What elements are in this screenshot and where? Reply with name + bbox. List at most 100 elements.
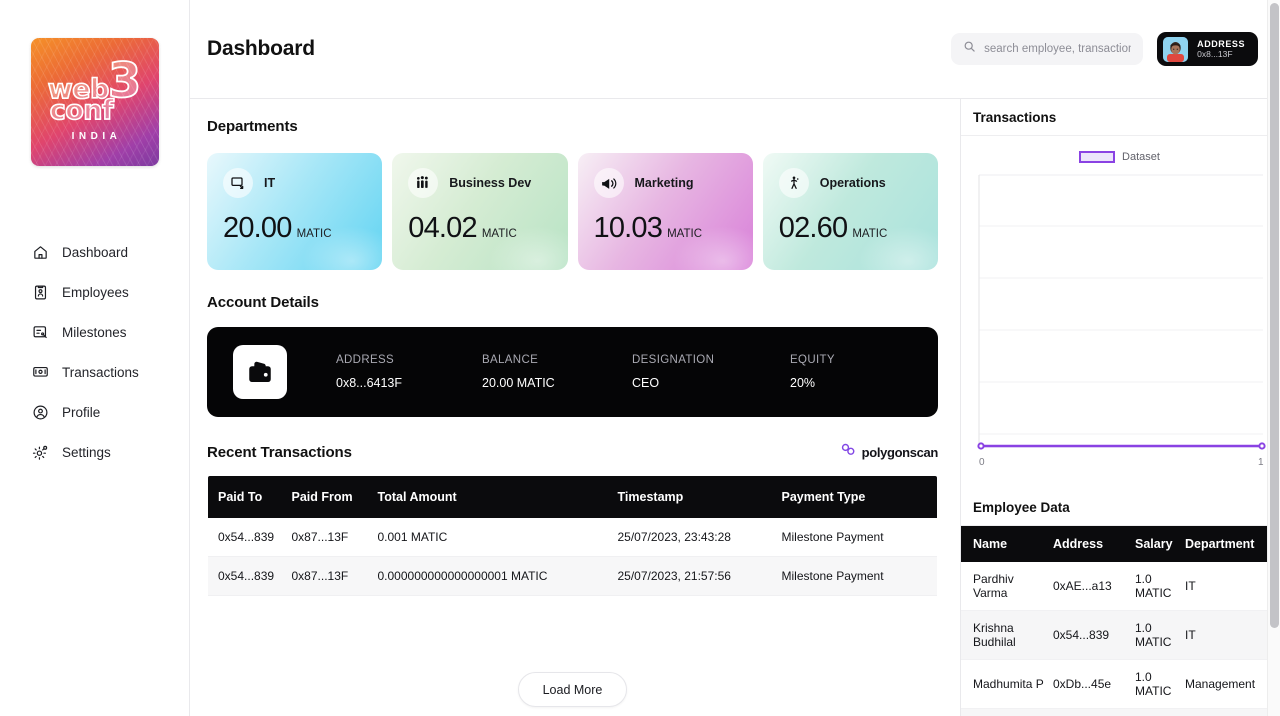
recent-transactions-table: Paid To Paid From Total Amount Timestamp… [207,475,938,698]
cell-salary: 1.0 MATIC [1135,561,1185,611]
table-row[interactable]: Pardhiv Varma 0xAE...a13 1.0 MATIC IT [961,561,1280,611]
sidebar-item-label: Employees [62,284,129,300]
logo-subtitle: INDIA [71,130,122,142]
logo-wordmark: web 3 conf [47,56,142,124]
right-panel: Transactions Dataset 0 1 Employee Data N… [960,99,1280,716]
sidebar-item-label: Dashboard [62,244,129,260]
top-bar-right: ADDRESS 0x8...13F [951,32,1258,66]
cell-paid-to: 0x54...839 [208,556,292,596]
sidebar-item-label: Settings [62,444,111,460]
app-root: web 3 conf INDIA Dashboard Employees Mil… [0,0,1280,716]
employee-data-scroll[interactable]: Name Address Salary Department Pardhiv V… [961,525,1280,716]
department-currency: MATIC [852,228,888,240]
table-row[interactable]: Krishna Budhilal 0x54...839 1.0 MATIC IT [961,610,1280,660]
table-row[interactable]: 0x54...839 0x87...13F 0.0000000000000000… [208,556,937,596]
employee-badge-icon [32,284,49,301]
account-details-card: ADDRESS 0x8...6413F BALANCE 20.00 MATIC … [207,327,938,417]
chart-legend[interactable]: Dataset [971,144,1268,170]
sidebar-item-settings[interactable]: Settings [32,432,189,472]
department-card-business-dev[interactable]: Business Dev 04.02 MATIC [392,153,568,270]
page-title: Dashboard [207,37,315,60]
chart-gridlines [979,174,1263,435]
content-area: Departments IT 20.00 MATIC Business Dev … [190,99,1280,716]
account-chip[interactable]: ADDRESS 0x8...13F [1157,32,1258,66]
page-scrollbar[interactable] [1267,0,1280,716]
account-fields: ADDRESS 0x8...6413F BALANCE 20.00 MATIC … [336,354,908,390]
department-card-it[interactable]: IT 20.00 MATIC [207,153,383,270]
cell-department: IT [1185,610,1280,660]
departments-grid: IT 20.00 MATIC Business Dev 04.02 MATIC … [207,153,938,270]
cell-address: 0xAE...a13 [1053,561,1135,611]
table-row[interactable]: Madhumita P 0xDb...45e 1.0 MATIC Managem… [961,659,1280,709]
sidebar-item-milestones[interactable]: Milestones [32,312,189,352]
milestone-doc-icon [32,324,49,341]
chart-point [1258,442,1266,450]
cell-address: 0x54...839 [1053,610,1135,660]
cell-salary: 1.0 MATIC [1135,708,1185,716]
account-field-value: 20% [790,376,816,390]
chart-xtick-1: 1 [1258,457,1264,468]
search-box[interactable] [951,33,1144,65]
polygonscan-label: polygonscan [861,444,939,460]
sidebar-nav: Dashboard Employees Milestones Transacti… [0,232,189,472]
cell-address: 0xB8...18 [1053,708,1135,716]
column-header-department: Department [1185,525,1280,562]
gear-icon [32,444,49,461]
department-value: 20.00 [223,212,292,244]
chart-xtick-0: 0 [979,457,985,468]
sidebar-item-dashboard[interactable]: Dashboard [32,232,189,272]
account-field-key: EQUITY [790,354,835,366]
cell-paid-to: 0x54...839 [208,518,292,557]
column-header-salary: Salary [1135,525,1185,562]
department-name: Marketing [634,176,694,190]
cell-department: Management [1185,659,1280,709]
sidebar-item-label: Profile [62,404,101,420]
departments-title: Departments [207,118,298,135]
table-row[interactable]: Shubham 0xB8...18 1.0 MATIC Marketing [961,708,1280,716]
cell-department: Marketing [1185,708,1280,716]
account-field-key: BALANCE [482,354,539,366]
transactions-panel-title: Transactions [961,99,1280,136]
table-row[interactable]: 0x54...839 0x87...13F 0.001 MATIC 25/07/… [208,518,937,557]
account-label: ADDRESS [1197,38,1245,49]
column-header-paid-to: Paid To [208,476,292,518]
search-input[interactable] [984,43,1132,55]
main-area: Dashboard search employee, transactions.… [190,0,1280,716]
people-group-icon [408,168,439,198]
cell-name: Shubham [961,708,1053,716]
department-name: IT [264,176,276,190]
cell-payment-type: Milestone Payment [781,556,937,596]
legend-label-dataset: Dataset [1122,151,1160,163]
sidebar: web 3 conf INDIA Dashboard Employees Mil… [0,0,190,716]
sidebar-item-profile[interactable]: Profile [32,392,189,432]
cell-department: IT [1185,561,1280,611]
load-more-container: Load More [207,672,938,707]
home-icon [32,244,49,261]
account-address: 0x8...13F [1197,49,1233,60]
monitor-icon [223,168,253,198]
page-scrollbar-thumb[interactable] [1270,3,1279,628]
table-body: Pardhiv Varma 0xAE...a13 1.0 MATIC IT Kr… [961,561,1280,716]
sidebar-item-employees[interactable]: Employees [32,272,189,312]
cell-timestamp: 25/07/2023, 23:43:28 [617,518,782,557]
cell-salary: 1.0 MATIC [1135,659,1185,709]
search-icon [963,40,976,58]
account-field-value: 0x8...6413F [336,376,403,390]
sidebar-item-label: Transactions [62,364,139,380]
left-column: Departments IT 20.00 MATIC Business Dev … [190,99,960,716]
column-header-name: Name [961,525,1053,562]
recent-transactions-header: Recent Transactions polygonscan [207,442,938,462]
chart-canvas: 0 1 [977,174,1266,468]
load-more-button[interactable]: Load More [517,672,628,707]
department-card-marketing[interactable]: Marketing 10.03 MATIC [577,153,753,270]
polygonscan-link[interactable]: polygonscan [840,442,938,462]
avatar [1163,36,1189,62]
department-card-operations[interactable]: Operations 02.60 MATIC [762,153,938,270]
column-header-total-amount: Total Amount [377,476,618,518]
table-header-row: Paid To Paid From Total Amount Timestamp… [208,476,937,518]
user-circle-icon [32,404,49,421]
department-value: 02.60 [778,212,848,244]
cell-name: Krishna Budhilal [961,610,1053,660]
sidebar-item-transactions[interactable]: Transactions [32,352,189,392]
account-field-value: 20.00 MATIC [482,376,555,390]
